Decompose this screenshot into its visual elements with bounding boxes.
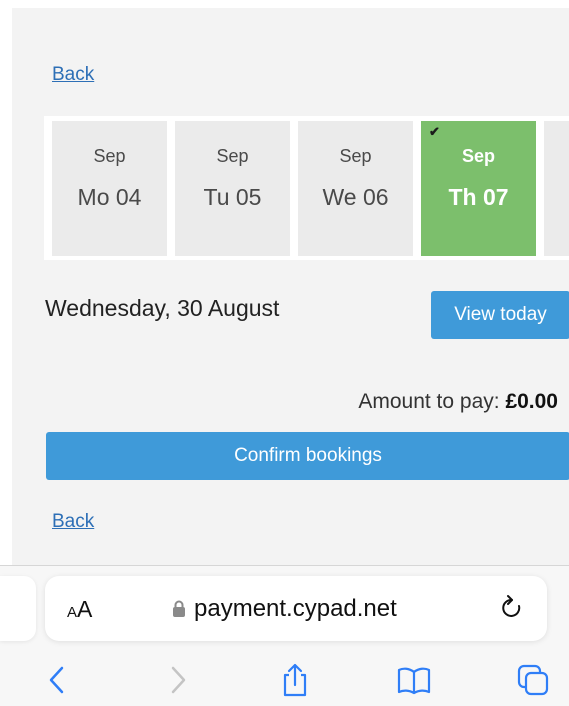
day-card-tu-05[interactable]: Sep Tu 05 <box>175 121 290 256</box>
day-card-mo-04[interactable]: Sep Mo 04 <box>52 121 167 256</box>
back-link-top[interactable]: Back <box>52 64 94 86</box>
amount-to-pay: Amount to pay: £0.00 <box>358 390 558 414</box>
day-card-next-partial[interactable] <box>544 121 569 256</box>
back-link-bottom[interactable]: Back <box>52 511 94 533</box>
day-card-th-07[interactable]: ✔ Sep Th 07 <box>421 121 536 256</box>
checkmark-icon: ✔ <box>429 124 440 139</box>
day-month: Sep <box>461 146 495 166</box>
day-date: Th 07 <box>448 184 509 210</box>
forward-icon[interactable] <box>160 663 194 697</box>
day-selector: Sep Mo 04 Sep Tu 05 Sep We 06 ✔ Sep Th 0… <box>44 116 569 260</box>
address-bar[interactable]: AA payment.cypad.net <box>45 576 547 641</box>
amount-value: £0.00 <box>505 390 558 413</box>
tabs-icon[interactable] <box>516 663 550 697</box>
lock-icon <box>173 600 185 617</box>
confirm-bookings-button[interactable]: Confirm bookings <box>46 432 569 480</box>
bookmarks-icon[interactable] <box>397 663 431 697</box>
day-date: Mo 04 <box>77 184 142 210</box>
current-date-heading: Wednesday, 30 August <box>45 295 280 321</box>
day-date: Tu 05 <box>203 184 262 210</box>
clipped-text-fragment <box>326 8 340 12</box>
previous-tab-edge[interactable] <box>0 576 36 641</box>
day-month: Sep <box>339 146 372 166</box>
text-size-large-a: A <box>77 596 93 622</box>
browser-toolbar: AA payment.cypad.net <box>0 565 569 706</box>
back-icon[interactable] <box>41 663 75 697</box>
url-display[interactable]: payment.cypad.net <box>172 594 397 624</box>
share-icon[interactable] <box>278 663 312 697</box>
text-size-button[interactable]: AA <box>67 596 92 623</box>
amount-label: Amount to pay: <box>358 390 500 413</box>
text-size-small-a: A <box>67 604 78 621</box>
reload-icon[interactable] <box>499 594 525 622</box>
url-text: payment.cypad.net <box>194 595 397 622</box>
booking-page: Back Sep Mo 04 Sep Tu 05 Sep We 06 ✔ Sep… <box>12 8 569 565</box>
day-date: We 06 <box>322 184 389 210</box>
day-month: Sep <box>216 146 249 166</box>
day-month: Sep <box>93 146 126 166</box>
day-card-we-06[interactable]: Sep We 06 <box>298 121 413 256</box>
view-today-button[interactable]: View today <box>431 291 569 339</box>
